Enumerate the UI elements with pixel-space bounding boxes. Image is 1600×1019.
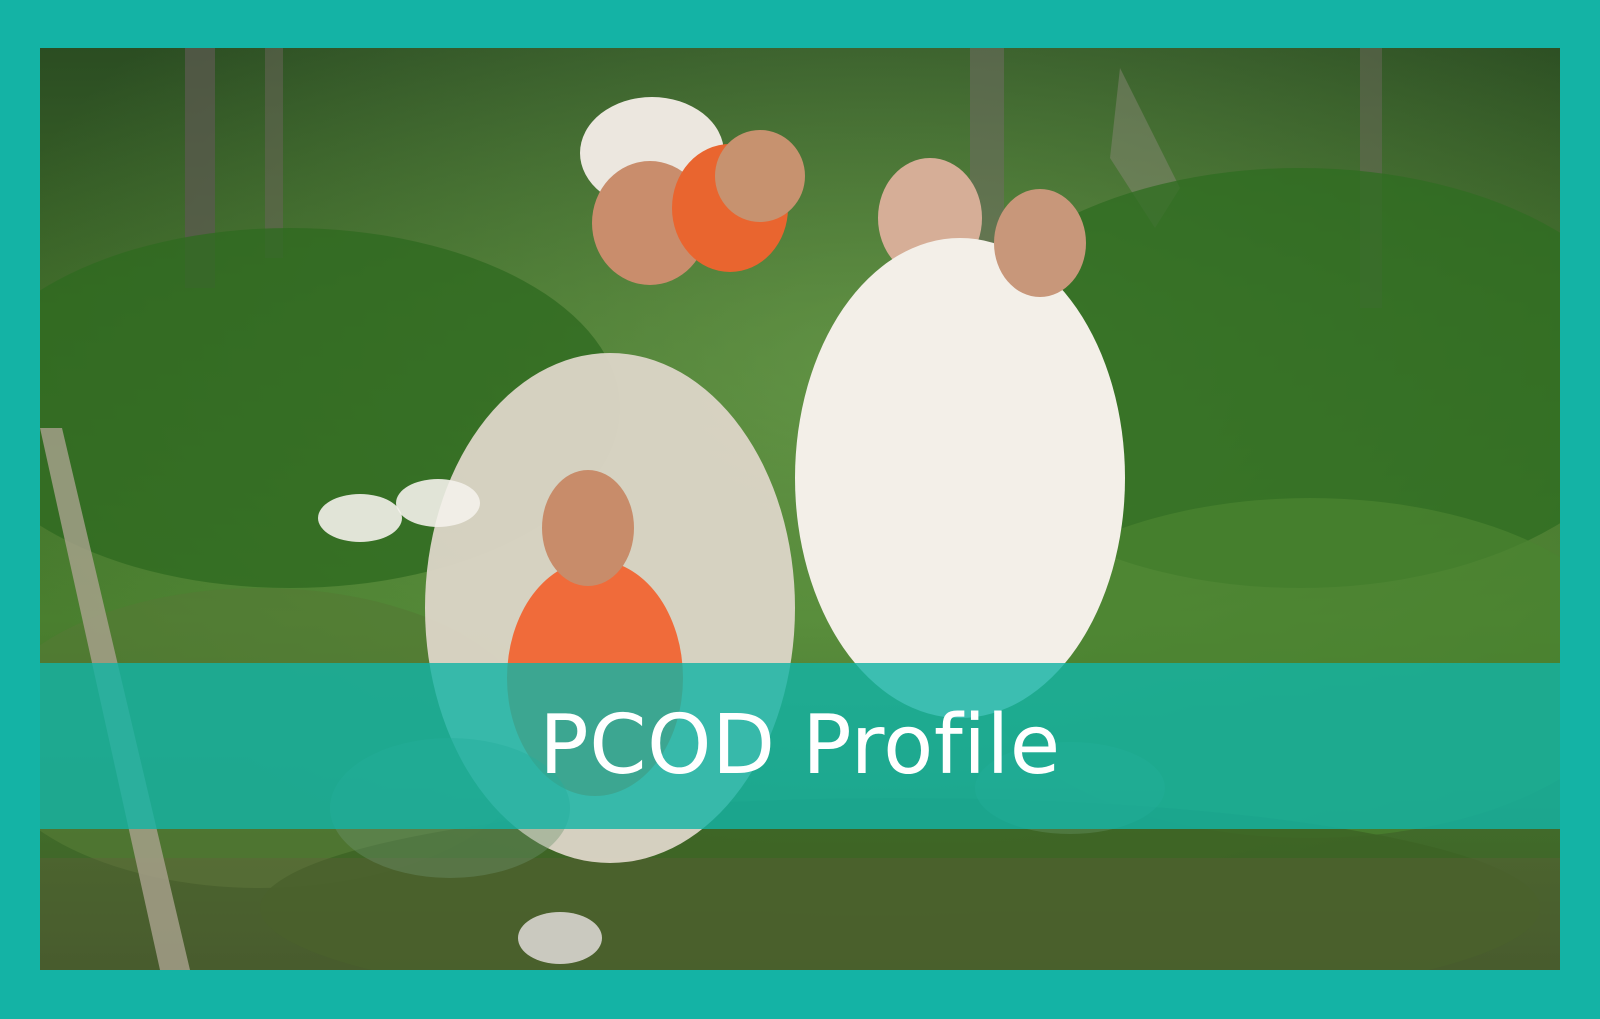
banner-title: PCOD Profile [539,698,1061,793]
teal-frame: PCOD Profile [0,0,1600,1019]
title-banner: PCOD Profile [40,663,1560,829]
family-photo [40,48,1560,970]
